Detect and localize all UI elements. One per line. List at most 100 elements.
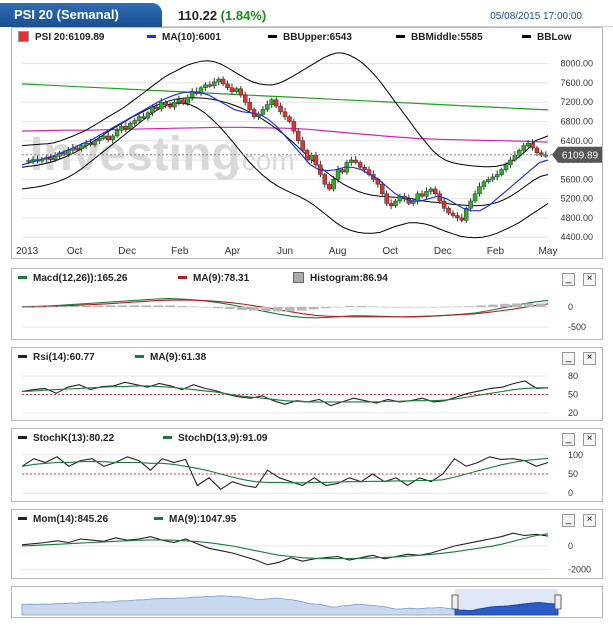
histogram-bar: [296, 307, 307, 311]
rsi-minimize-button[interactable]: _: [562, 352, 575, 365]
mom-close-button[interactable]: ×: [583, 514, 596, 527]
ma10-swatch: [147, 34, 156, 38]
price-chart[interactable]: 8000.007600.007200.006800.006400.006000.…: [12, 46, 602, 258]
navigator-chart[interactable]: [12, 587, 602, 617]
candle: [145, 112, 151, 119]
histogram-bar: [440, 306, 450, 308]
candle: [503, 164, 509, 170]
y-tick-label-20: 20: [568, 408, 578, 418]
y-tick-label-50: 50: [568, 390, 578, 400]
candle: [424, 191, 429, 197]
candle: [419, 193, 425, 197]
legend-bbupper: BBUpper:6543: [268, 32, 352, 43]
bblow-swatch: [522, 34, 531, 38]
stoch-close-button[interactable]: ×: [583, 433, 596, 446]
candle: [150, 106, 155, 114]
series-line-0: [21, 380, 549, 407]
x-tick-label-Feb: Feb: [171, 246, 189, 257]
candle: [61, 152, 67, 155]
y-tick-label-6800: 6800.00: [560, 116, 593, 126]
candle: [300, 140, 305, 151]
candle: [119, 126, 124, 131]
candle: [167, 104, 173, 108]
histogram-bar: [320, 307, 331, 309]
histogram-bar: [93, 305, 104, 307]
last-price: 110.22: [178, 8, 218, 23]
series-line-1: [21, 385, 548, 403]
candle: [357, 162, 363, 168]
main-price-panel: PSI 20:6109.89 MA(10):6001 BBUpper:6543 …: [11, 27, 603, 259]
legend-histogram: Histogram:86.94: [293, 271, 388, 284]
symbol-tab[interactable]: PSI 20 (Semanal): [0, 3, 162, 27]
legend-rsi-ma: MA(9):61.38: [135, 352, 206, 363]
mom-minimize-button[interactable]: _: [562, 514, 575, 527]
histogram-bar: [273, 307, 283, 312]
y-tick-label--2000: -2000: [568, 564, 591, 574]
candle: [388, 203, 394, 207]
y-tick-label-7200: 7200.00: [560, 97, 593, 107]
stoch-legend: StochK(13):80.22 StochD(13,9):91.09: [12, 429, 602, 447]
histogram-bar: [33, 306, 44, 308]
candle: [309, 154, 314, 161]
candle: [132, 120, 137, 124]
candle: [291, 121, 297, 132]
rsi-chart[interactable]: 80 50 20: [12, 366, 602, 420]
histogram-swatch: [293, 271, 304, 283]
stoch-panel: StochK(13):80.22 StochD(13,9):91.09 _ × …: [11, 428, 603, 502]
candle: [335, 169, 341, 180]
x-tick-label-May: May: [539, 246, 558, 257]
candle: [384, 193, 389, 204]
candle: [508, 159, 513, 166]
candle: [472, 193, 478, 202]
histogram-bar: [308, 307, 319, 310]
candle: [428, 188, 434, 192]
candle: [52, 155, 58, 160]
histogram-bar: [225, 307, 235, 309]
price-swatch: [18, 30, 29, 42]
histogram-bar: [249, 307, 259, 311]
histogram-bar: [213, 307, 223, 309]
candle: [269, 99, 274, 105]
candle: [441, 200, 447, 209]
bbmiddle-swatch: [396, 34, 405, 38]
macd-chart[interactable]: 0 -500: [12, 287, 602, 339]
stochastic-chart[interactable]: 100 50 0: [12, 447, 602, 501]
histogram-bar: [404, 307, 415, 308]
x-tick-label-2013: 2013: [16, 246, 39, 257]
rsi-close-button[interactable]: ×: [583, 352, 596, 365]
candle: [234, 88, 239, 92]
momentum-chart[interactable]: 0 -2000: [12, 528, 602, 578]
legend-stochd: StochD(13,9):91.09: [163, 433, 267, 444]
rsi-swatch: [18, 354, 27, 358]
candle: [225, 83, 230, 88]
stoch-minimize-button[interactable]: _: [562, 433, 575, 446]
candle: [154, 106, 160, 110]
legend-stochk: StochK(13):80.22: [18, 433, 114, 444]
histogram-bar: [57, 306, 68, 307]
x-tick-label-Oct: Oct: [382, 246, 398, 257]
stochd-swatch: [163, 435, 172, 439]
candle: [123, 126, 129, 129]
x-tick-label-Dec: Dec: [118, 246, 136, 257]
range-navigator[interactable]: [11, 586, 603, 618]
y-tick-label-6400: 6400.00: [560, 136, 593, 146]
candle: [229, 87, 235, 92]
macd-close-button[interactable]: ×: [583, 273, 596, 286]
candle: [379, 183, 385, 195]
candle: [238, 88, 244, 96]
y-tick-label--500: -500: [568, 322, 586, 332]
candle: [176, 99, 182, 103]
histogram-bar: [153, 305, 164, 307]
histogram-bar: [261, 307, 271, 311]
navigator-right-handle: [554, 594, 562, 610]
timestamp: 05/08/2015 17:00:00: [490, 11, 582, 22]
candle: [450, 212, 456, 216]
candle: [322, 174, 328, 185]
candle: [326, 183, 332, 190]
x-tick-label-Aug: Aug: [329, 246, 347, 257]
histogram-bar: [285, 307, 295, 312]
macd-minimize-button[interactable]: _: [562, 273, 575, 286]
histogram-bar: [452, 306, 462, 308]
candle: [446, 208, 451, 214]
y-tick-label-100: 100: [568, 450, 583, 460]
